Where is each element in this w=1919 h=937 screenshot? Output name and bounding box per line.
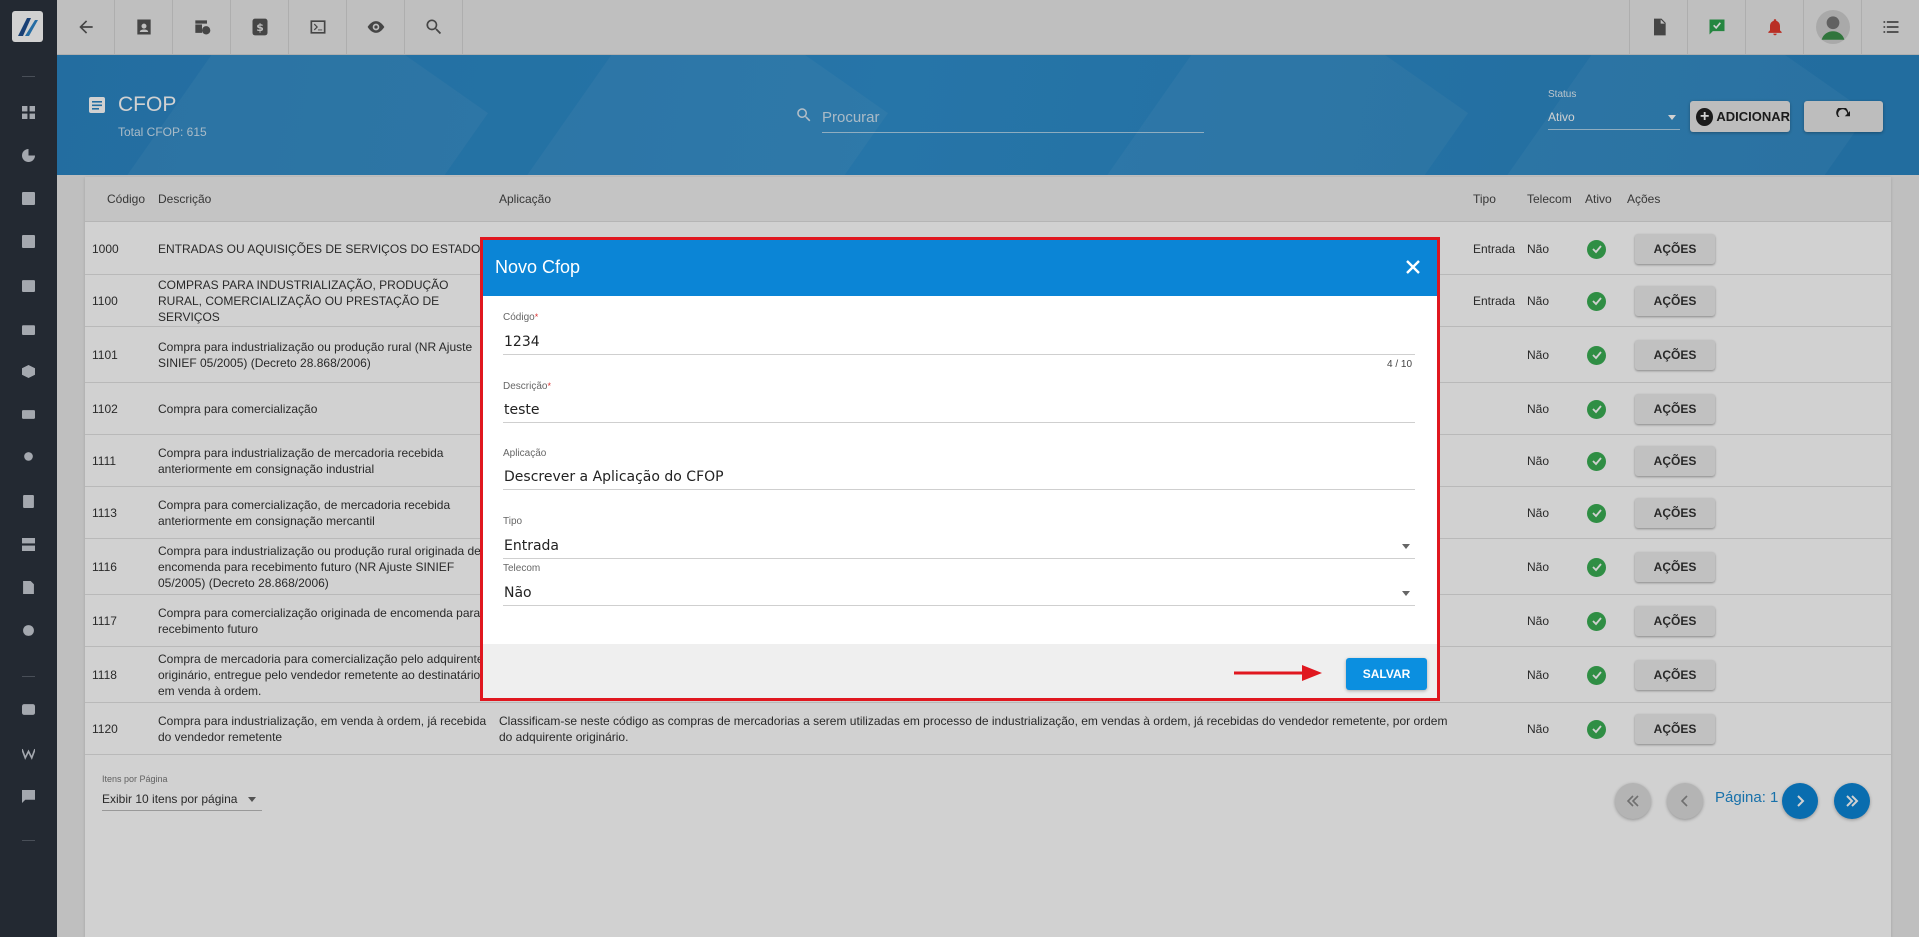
codigo-char-counter: 4 / 10 xyxy=(1387,359,1413,370)
codigo-input[interactable]: 1234 xyxy=(504,334,540,350)
dialog-title: Novo Cfop xyxy=(495,257,581,277)
save-button[interactable]: SALVAR xyxy=(1346,658,1427,690)
close-icon[interactable] xyxy=(1403,257,1423,277)
telecom-label: Telecom xyxy=(503,563,541,574)
chevron-down-icon[interactable] xyxy=(1402,591,1410,596)
telecom-select[interactable]: Não xyxy=(504,585,532,601)
aplicacao-input[interactable]: Descrever a Aplicação do CFOP xyxy=(504,469,724,485)
arrow-right-annotation-icon xyxy=(1234,665,1322,681)
descricao-input[interactable]: teste xyxy=(504,402,540,418)
aplicacao-underline xyxy=(503,489,1415,490)
new-cfop-dialog: Novo Cfop Código* 1234 4 / 10 Descrição*… xyxy=(480,237,1440,701)
descricao-underline xyxy=(503,422,1415,423)
chevron-down-icon[interactable] xyxy=(1402,544,1410,549)
codigo-underline xyxy=(503,354,1415,355)
codigo-label: Código* xyxy=(503,312,539,323)
dialog-header: Novo Cfop xyxy=(483,240,1437,296)
aplicacao-label: Aplicação xyxy=(503,448,547,459)
descricao-label: Descrição* xyxy=(503,381,551,392)
tipo-label: Tipo xyxy=(503,516,523,527)
tipo-select[interactable]: Entrada xyxy=(504,538,559,554)
telecom-underline xyxy=(503,605,1415,606)
tipo-underline xyxy=(503,558,1415,559)
